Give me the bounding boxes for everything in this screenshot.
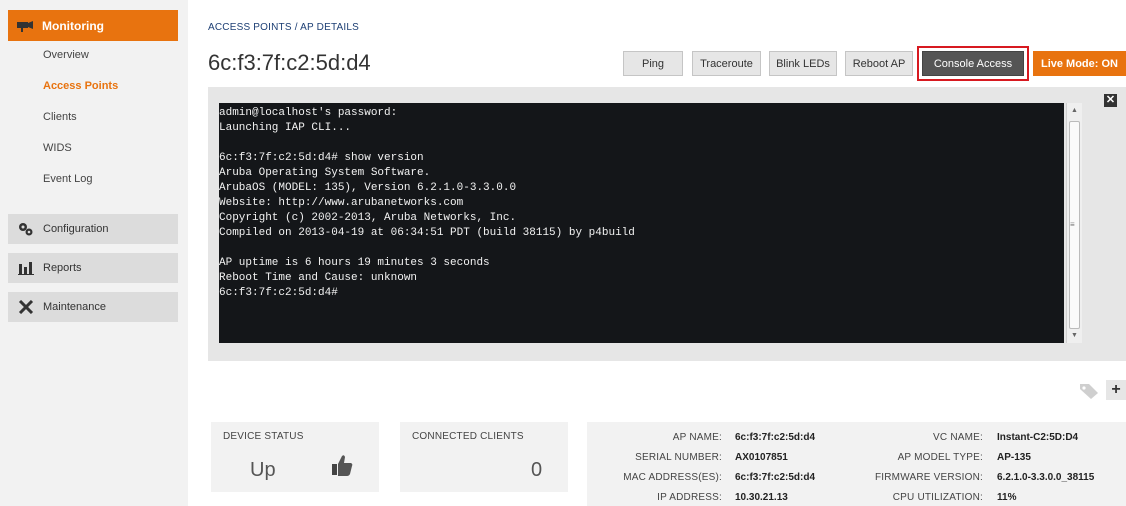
ap-info-panel: AP NAME: 6c:f3:7f:c2:5d:d4 VC NAME: Inst… — [587, 422, 1126, 506]
ap-model-type-key: AP MODEL TYPE: — [897, 452, 983, 463]
tag-icon[interactable] — [1078, 382, 1100, 400]
ping-button[interactable]: Ping — [623, 51, 683, 76]
sidebar-item-access-points[interactable]: Access Points — [43, 80, 118, 92]
device-status-value: Up — [250, 459, 276, 481]
breadcrumb: ACCESS POINTS / AP DETAILS — [208, 22, 359, 33]
cpu-utilization-value: 11% — [997, 492, 1017, 503]
serial-number-value: AX0107851 — [735, 452, 788, 463]
console-scrollbar[interactable]: ▲ ≡ ▼ — [1066, 103, 1082, 343]
page-title: 6c:f3:7f:c2:5d:d4 — [208, 50, 371, 75]
breadcrumb-current: AP DETAILS — [300, 22, 359, 33]
connected-clients-label: CONNECTED CLIENTS — [412, 431, 524, 442]
mac-address-value: 6c:f3:7f:c2:5d:d4 — [735, 472, 816, 483]
scrollbar-grip-icon: ≡ — [1070, 220, 1075, 229]
breadcrumb-access-points[interactable]: ACCESS POINTS — [208, 22, 292, 33]
ap-name-key: AP NAME: — [672, 432, 722, 443]
sidebar: Monitoring Overview Access Points Client… — [0, 0, 188, 506]
scroll-up-arrow-icon[interactable]: ▲ — [1071, 107, 1078, 114]
nav-maintenance-label: Maintenance — [43, 301, 106, 313]
vc-name-key: VC NAME: — [933, 432, 983, 443]
nav-reports[interactable]: Reports — [8, 253, 178, 283]
firmware-version-value: 6.2.1.0-3.3.0.0_38115 — [997, 472, 1095, 483]
ip-address-value: 10.30.21.13 — [735, 492, 788, 503]
blink-leds-button[interactable]: Blink LEDs — [769, 51, 837, 76]
ap-name-value: 6c:f3:7f:c2:5d:d4 — [735, 432, 816, 443]
vc-name-value: Instant-C2:5D:D4 — [997, 432, 1079, 443]
nav-configuration-label: Configuration — [43, 223, 109, 235]
live-mode-button[interactable]: Live Mode: ON — [1033, 51, 1126, 76]
sidebar-item-clients[interactable]: Clients — [43, 111, 77, 123]
nav-reports-label: Reports — [43, 262, 82, 274]
connected-clients-card: CONNECTED CLIENTS 0 — [400, 422, 568, 492]
mac-address-key: MAC ADDRESS(ES): — [623, 472, 722, 483]
device-status-label: DEVICE STATUS — [223, 431, 304, 442]
firmware-version-key: FIRMWARE VERSION: — [874, 472, 983, 483]
nav-configuration[interactable]: Configuration — [8, 214, 178, 244]
sidebar-item-wids[interactable]: WIDS — [43, 142, 72, 154]
console-access-highlight — [917, 46, 1029, 81]
camera-icon — [16, 19, 34, 33]
console-terminal[interactable]: admin@localhost's password: Launching IA… — [219, 103, 1064, 343]
cpu-utilization-key: CPU UTILIZATION: — [892, 492, 983, 503]
connected-clients-value: 0 — [531, 459, 543, 481]
scroll-down-arrow-icon[interactable]: ▼ — [1071, 332, 1078, 339]
ip-address-key: IP ADDRESS: — [657, 492, 722, 503]
serial-number-key: SERIAL NUMBER: — [635, 452, 722, 463]
bar-chart-icon — [18, 261, 34, 275]
ap-model-type-value: AP-135 — [997, 452, 1031, 463]
nav-maintenance[interactable]: Maintenance — [8, 292, 178, 322]
add-tag-button[interactable]: + — [1106, 380, 1126, 400]
close-icon[interactable]: ✕ — [1104, 94, 1117, 107]
sidebar-item-event-log[interactable]: Event Log — [43, 173, 93, 185]
device-status-card: DEVICE STATUS Up — [211, 422, 379, 492]
tools-icon — [18, 299, 34, 315]
breadcrumb-separator: / — [291, 22, 301, 33]
sidebar-item-overview[interactable]: Overview — [43, 49, 89, 61]
nav-monitoring-label: Monitoring — [42, 18, 104, 33]
thumbs-up-icon — [329, 452, 355, 481]
gears-icon — [18, 222, 34, 236]
nav-monitoring[interactable]: Monitoring — [8, 10, 178, 41]
traceroute-button[interactable]: Traceroute — [692, 51, 761, 76]
reboot-ap-button[interactable]: Reboot AP — [845, 51, 913, 76]
